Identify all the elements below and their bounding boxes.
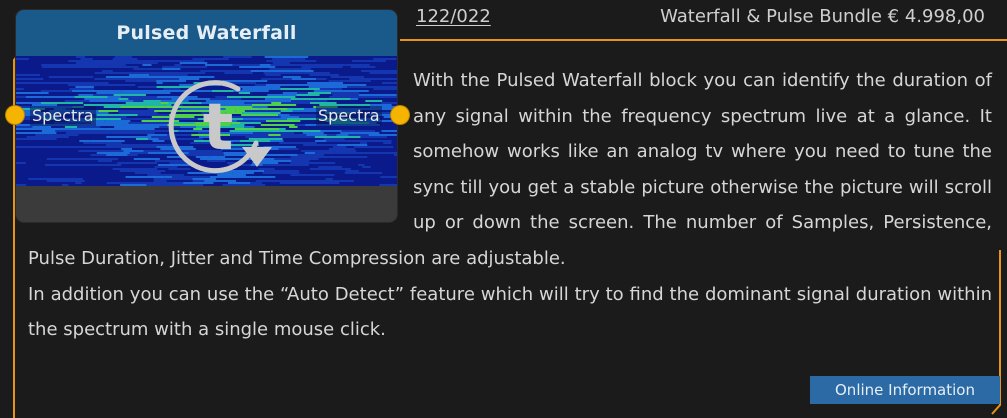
input-port-dot[interactable] [6, 106, 24, 124]
online-information-button[interactable]: Online Information [810, 376, 1000, 404]
product-description: With the Pulsed Waterfall block you can … [28, 63, 992, 348]
block-title: Pulsed Waterfall [16, 10, 397, 56]
part-number-link[interactable]: 122/022 [416, 6, 491, 27]
description-paragraph-2: In addition you can use the “Auto Detect… [28, 283, 992, 341]
bundle-price: Waterfall & Pulse Bundle € 4.998,00 [660, 6, 985, 27]
